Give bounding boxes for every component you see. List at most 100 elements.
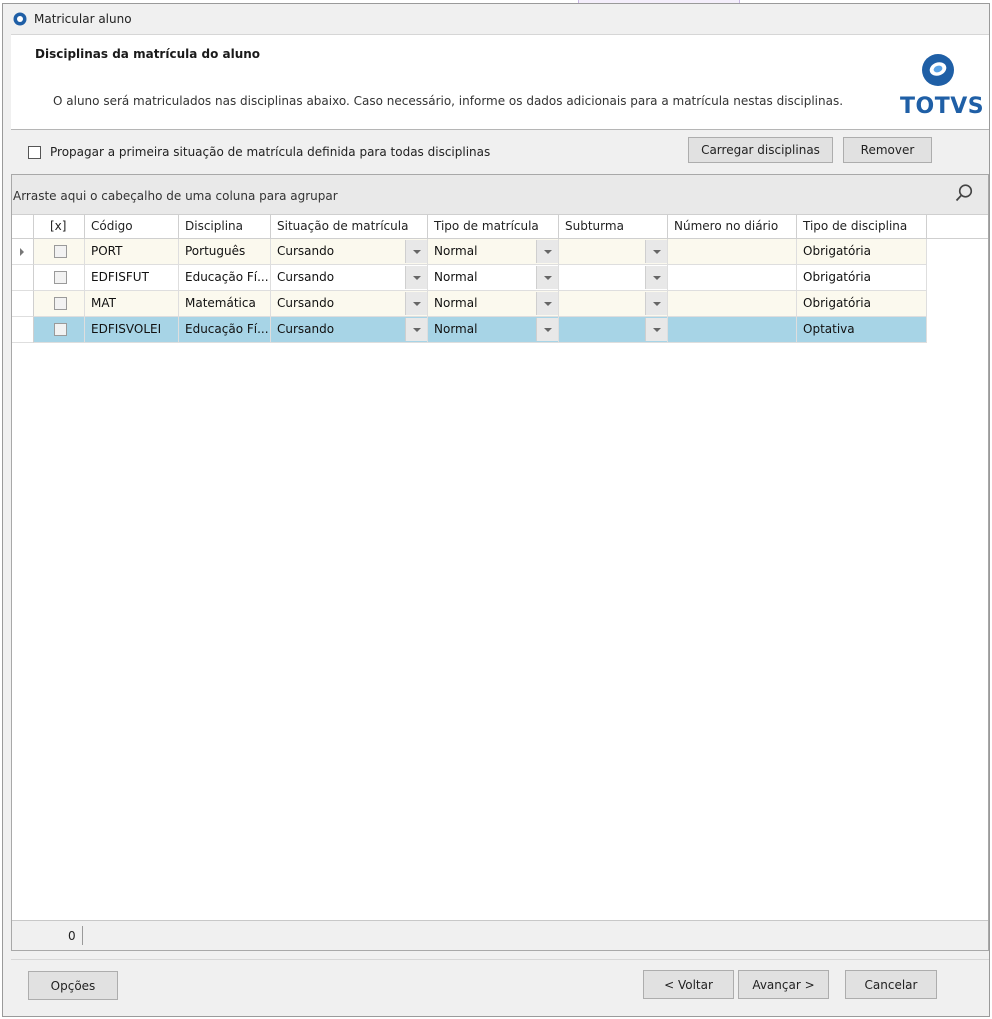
group-panel[interactable]: Arraste aqui o cabeçalho de uma coluna p… xyxy=(12,175,988,215)
cell-situacao-text: Cursando xyxy=(277,270,335,284)
cell-tipo-matricula[interactable]: Normal xyxy=(428,291,559,317)
row-checkbox[interactable] xyxy=(54,271,67,284)
next-button[interactable]: Avançar > xyxy=(738,970,829,999)
dropdown-arrow-icon[interactable] xyxy=(405,266,427,289)
load-disciplines-button[interactable]: Carregar disciplinas xyxy=(688,137,833,163)
cell-disciplina[interactable]: Educação Fí... xyxy=(179,265,271,291)
dropdown-arrow-icon[interactable] xyxy=(405,292,427,315)
cell-disciplina[interactable]: Matemática xyxy=(179,291,271,317)
cell-situacao[interactable]: Cursando xyxy=(271,317,428,343)
page-description: O aluno será matriculados nas disciplina… xyxy=(53,94,844,108)
cell-disciplina[interactable]: Português xyxy=(179,239,271,265)
cell-tipo-disciplina[interactable]: Obrigatória xyxy=(797,291,927,317)
dropdown-arrow-icon[interactable] xyxy=(536,240,558,263)
cell-disciplina-text: Educação Fí... xyxy=(185,270,269,284)
row-indicator[interactable] xyxy=(12,317,34,343)
title-bar: Matricular aluno xyxy=(3,4,989,34)
app-icon xyxy=(13,12,27,26)
cell-situacao[interactable]: Cursando xyxy=(271,291,428,317)
cell-tipo-disciplina-text: Obrigatória xyxy=(803,296,871,310)
footer-count: 0 xyxy=(68,929,76,943)
cell-check xyxy=(34,265,85,291)
table-row[interactable]: MAT Matemática Cursando Normal Obrigatória xyxy=(12,291,988,317)
propagate-checkbox[interactable] xyxy=(28,146,41,159)
header-panel: Disciplinas da matrícula do aluno O alun… xyxy=(11,34,989,130)
cell-tipo-disciplina[interactable]: Obrigatória xyxy=(797,265,927,291)
cell-codigo-text: EDFISFUT xyxy=(91,270,149,284)
col-header-codigo[interactable]: Código xyxy=(85,215,179,238)
dropdown-arrow-icon[interactable] xyxy=(645,266,667,289)
cell-tipo-matricula[interactable]: Normal xyxy=(428,317,559,343)
cell-tipo-matricula[interactable]: Normal xyxy=(428,265,559,291)
row-indicator[interactable] xyxy=(12,265,34,291)
cell-codigo[interactable]: EDFISVOLEI xyxy=(85,317,179,343)
back-button[interactable]: < Voltar xyxy=(643,970,734,999)
dropdown-arrow-icon[interactable] xyxy=(645,292,667,315)
cell-tipo-disciplina[interactable]: Optativa xyxy=(797,317,927,343)
cell-situacao[interactable]: Cursando xyxy=(271,239,428,265)
cell-numero-diario[interactable] xyxy=(668,291,797,317)
cell-check xyxy=(34,239,85,265)
col-header-numero-diario[interactable]: Número no diário xyxy=(668,215,797,238)
header-indicator xyxy=(12,215,34,238)
row-indicator[interactable] xyxy=(12,291,34,317)
page-title: Disciplinas da matrícula do aluno xyxy=(35,47,261,61)
search-icon[interactable] xyxy=(954,183,974,203)
dropdown-arrow-icon[interactable] xyxy=(405,318,427,341)
dropdown-arrow-icon[interactable] xyxy=(405,240,427,263)
row-indicator[interactable] xyxy=(12,239,34,265)
cell-subturma[interactable] xyxy=(559,239,668,265)
cell-subturma[interactable] xyxy=(559,291,668,317)
table-row[interactable]: PORT Português Cursando Normal Obrigatória xyxy=(12,239,988,265)
col-header-situacao[interactable]: Situação de matrícula xyxy=(271,215,428,238)
cell-subturma[interactable] xyxy=(559,317,668,343)
footer-separator xyxy=(82,926,83,945)
table-row[interactable]: EDFISVOLEI Educação Fí... Cursando Normal Op… xyxy=(12,317,988,343)
col-header-subturma[interactable]: Subturma xyxy=(559,215,668,238)
dropdown-arrow-icon[interactable] xyxy=(645,240,667,263)
cell-codigo[interactable]: EDFISFUT xyxy=(85,265,179,291)
dropdown-arrow-icon[interactable] xyxy=(536,266,558,289)
cell-situacao[interactable]: Cursando xyxy=(271,265,428,291)
col-header-disciplina[interactable]: Disciplina xyxy=(179,215,271,238)
cell-disciplina[interactable]: Educação Fí... xyxy=(179,317,271,343)
cell-codigo[interactable]: MAT xyxy=(85,291,179,317)
cell-subturma[interactable] xyxy=(559,265,668,291)
cell-tipo-disciplina-text: Optativa xyxy=(803,322,855,336)
grid-header: [x] Código Disciplina Situação de matríc… xyxy=(12,215,988,239)
group-hint: Arraste aqui o cabeçalho de uma coluna p… xyxy=(13,189,338,203)
cell-tipo-matricula[interactable]: Normal xyxy=(428,239,559,265)
bottom-bar: Opções < Voltar Avançar > Cancelar xyxy=(11,959,989,1016)
cell-codigo[interactable]: PORT xyxy=(85,239,179,265)
cancel-button[interactable]: Cancelar xyxy=(845,970,937,999)
totvs-logo-icon xyxy=(922,54,954,86)
options-bar: Propagar a primeira situação de matrícul… xyxy=(11,130,989,174)
cell-tipo-matricula-text: Normal xyxy=(434,322,478,336)
cell-numero-diario[interactable] xyxy=(668,317,797,343)
cell-check xyxy=(34,317,85,343)
cell-situacao-text: Cursando xyxy=(277,322,335,336)
cell-codigo-text: PORT xyxy=(91,244,123,258)
row-checkbox[interactable] xyxy=(54,323,67,336)
dropdown-arrow-icon[interactable] xyxy=(645,318,667,341)
table-row[interactable]: EDFISFUT Educação Fí... Cursando Normal Obri… xyxy=(12,265,988,291)
cell-tipo-disciplina[interactable]: Obrigatória xyxy=(797,239,927,265)
grid-footer: 0 xyxy=(12,920,988,950)
dropdown-arrow-icon[interactable] xyxy=(536,292,558,315)
col-header-tipo-matricula[interactable]: Tipo de matrícula xyxy=(428,215,559,238)
dialog-window: Matricular aluno Disciplinas da matrícul… xyxy=(2,3,990,1017)
col-header-check[interactable]: [x] xyxy=(34,215,85,238)
dropdown-arrow-icon[interactable] xyxy=(536,318,558,341)
cell-numero-diario[interactable] xyxy=(668,265,797,291)
cell-disciplina-text: Educação Fí... xyxy=(185,322,269,336)
disciplines-grid: Arraste aqui o cabeçalho de uma coluna p… xyxy=(11,174,989,951)
cell-numero-diario[interactable] xyxy=(668,239,797,265)
cell-tipo-matricula-text: Normal xyxy=(434,296,478,310)
options-button[interactable]: Opções xyxy=(28,971,118,1000)
remove-button[interactable]: Remover xyxy=(843,137,932,163)
row-checkbox[interactable] xyxy=(54,245,67,258)
totvs-logo-text: TOTVS xyxy=(900,94,985,119)
cell-disciplina-text: Matemática xyxy=(185,296,256,310)
col-header-tipo-disciplina[interactable]: Tipo de disciplina xyxy=(797,215,927,238)
row-checkbox[interactable] xyxy=(54,297,67,310)
